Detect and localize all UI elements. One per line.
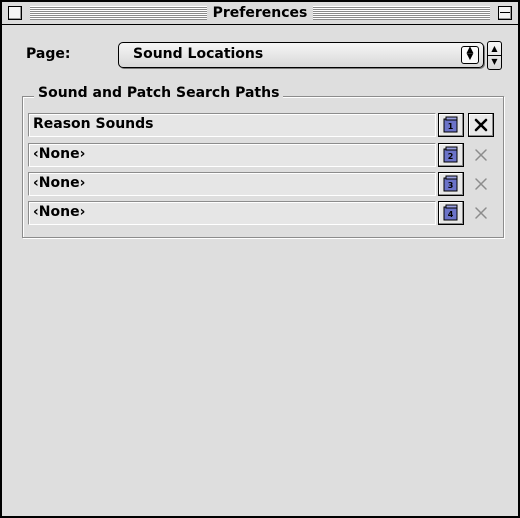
popup-arrows-icon: ▲ ▼ (461, 46, 479, 64)
svg-text:1: 1 (448, 122, 454, 131)
clear-path-button[interactable] (468, 172, 492, 194)
path-label: Reason Sounds (33, 116, 154, 132)
folder-browse-icon: 3 (443, 175, 458, 192)
title-bar[interactable]: Preferences (2, 2, 518, 25)
clear-path-button[interactable] (468, 143, 492, 165)
path-field[interactable]: ‹None› (28, 201, 436, 225)
x-clear-icon (475, 149, 487, 161)
stepper-up-icon[interactable]: ▲ (488, 42, 501, 56)
path-row: ‹None› 3 (28, 172, 504, 196)
group-title: Sound and Patch Search Paths (34, 85, 284, 101)
folder-browse-button[interactable]: 2 (438, 143, 464, 167)
svg-text:2: 2 (448, 152, 454, 161)
path-row: ‹None› 2 (28, 143, 504, 167)
folder-browse-button[interactable]: 1 (438, 113, 464, 137)
close-box-icon[interactable] (8, 6, 22, 20)
clear-path-button[interactable] (468, 201, 492, 223)
folder-browse-icon: 2 (443, 146, 458, 163)
folder-browse-button[interactable]: 4 (438, 201, 464, 225)
clear-path-button[interactable] (468, 113, 494, 137)
path-label: ‹None› (33, 146, 86, 162)
svg-text:4: 4 (448, 210, 454, 219)
path-row: Reason Sounds 1 (28, 113, 504, 137)
page-select-value: Sound Locations (133, 46, 264, 62)
path-field[interactable]: Reason Sounds (28, 113, 436, 137)
preferences-window: Preferences Page: Sound Locations ▲ ▼ ▲ ▼… (0, 0, 520, 518)
svg-text:3: 3 (448, 181, 454, 190)
x-clear-icon (475, 178, 487, 190)
path-label: ‹None› (33, 204, 86, 220)
collapse-box-icon[interactable] (498, 6, 512, 20)
folder-browse-icon: 4 (443, 204, 458, 221)
path-label: ‹None› (33, 175, 86, 191)
folder-browse-button[interactable]: 3 (438, 172, 464, 196)
path-row: ‹None› 4 (28, 201, 504, 225)
page-stepper[interactable]: ▲ ▼ (487, 41, 502, 70)
page-label: Page: (26, 46, 71, 62)
stepper-down-icon[interactable]: ▼ (488, 55, 501, 68)
window-title: Preferences (206, 2, 314, 24)
path-field[interactable]: ‹None› (28, 172, 436, 196)
page-select[interactable]: Sound Locations ▲ ▼ (118, 42, 484, 68)
path-field[interactable]: ‹None› (28, 143, 436, 167)
x-clear-icon (474, 118, 488, 132)
folder-browse-icon: 1 (443, 116, 458, 133)
x-clear-icon (475, 207, 487, 219)
